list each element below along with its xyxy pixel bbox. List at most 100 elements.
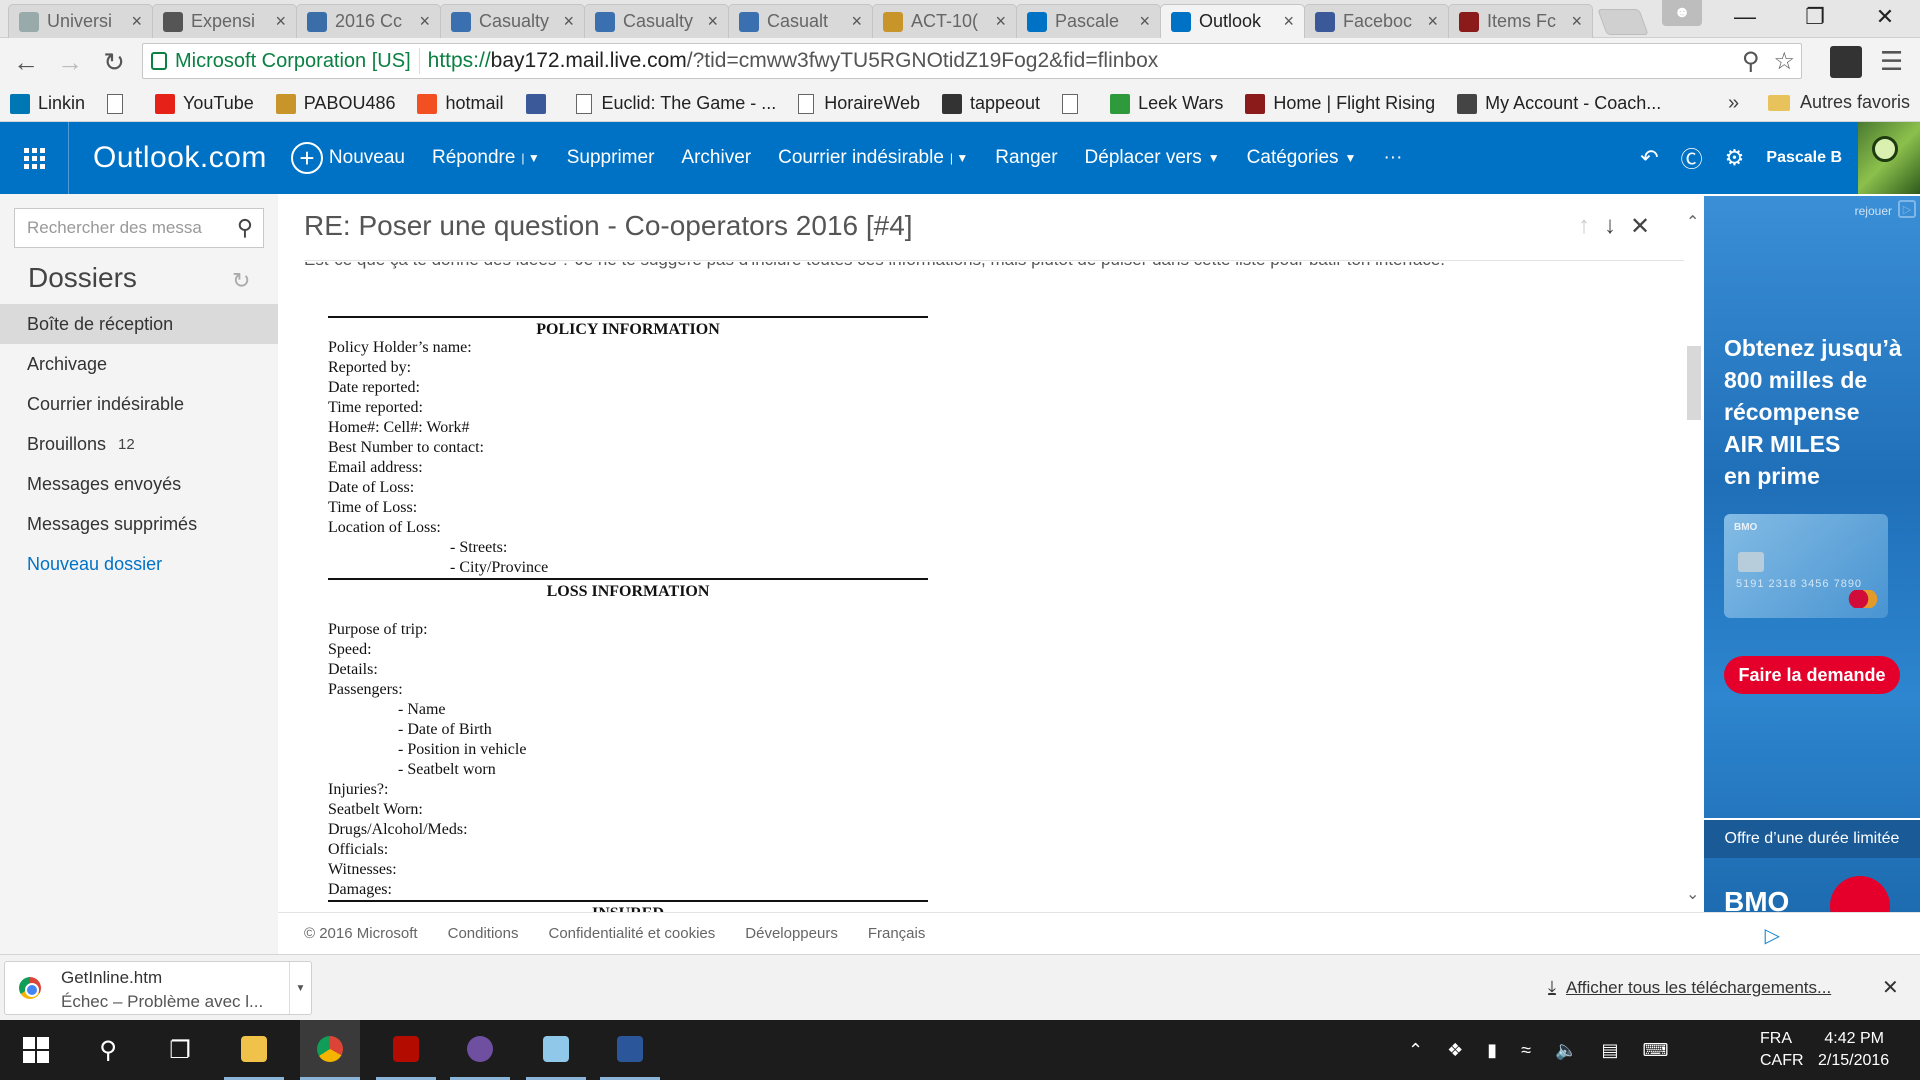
chrome-menu-icon[interactable]: ☰	[1880, 46, 1903, 77]
adchoices-icon[interactable]: ▷	[1898, 200, 1916, 218]
bookmark-item[interactable]	[107, 93, 133, 114]
chevron-down-icon[interactable]: | ▼	[950, 151, 968, 165]
back-icon[interactable]: ←	[8, 44, 44, 80]
task-view-icon[interactable]: ❐	[150, 1020, 210, 1080]
junk-button[interactable]: Courrier indésirable | ▼	[778, 147, 968, 169]
keyboard-icon[interactable]: ⌨	[1642, 1040, 1668, 1061]
close-tab-icon[interactable]: ×	[1283, 11, 1294, 32]
wifi-icon[interactable]: ≈	[1521, 1040, 1531, 1061]
folder-item[interactable]: Boîte de réception	[0, 304, 278, 344]
browser-tab[interactable]: Casualt ×	[728, 4, 873, 38]
more-actions-button[interactable]: ···	[1383, 147, 1402, 169]
browser-tab[interactable]: Outlook ×	[1160, 4, 1305, 38]
browser-tab[interactable]: Faceboc ×	[1304, 4, 1449, 38]
ev-certificate-badge[interactable]: Microsoft Corporation [US]	[143, 48, 420, 74]
folder-item[interactable]: Brouillons 12	[0, 424, 278, 464]
new-folder-link[interactable]: Nouveau dossier	[0, 544, 278, 584]
gear-icon[interactable]: ⚙	[1725, 145, 1745, 171]
word-icon[interactable]	[600, 1020, 660, 1080]
user-name[interactable]: Pascale B	[1766, 149, 1842, 167]
undo-icon[interactable]: ↶	[1640, 145, 1658, 171]
reply-button[interactable]: Répondre | ▼	[432, 147, 540, 169]
bookmark-item[interactable]: Leek Wars	[1110, 93, 1223, 114]
browser-tab[interactable]: Casualty ×	[584, 4, 729, 38]
close-tab-icon[interactable]: ×	[995, 11, 1006, 32]
close-tab-icon[interactable]: ×	[563, 11, 574, 32]
clock[interactable]: 4:42 PM 2/15/2016	[1818, 1028, 1889, 1072]
search-icon[interactable]: ⚲	[237, 215, 253, 241]
close-tab-icon[interactable]: ×	[851, 11, 862, 32]
action-center-icon[interactable]: ▤	[1601, 1040, 1618, 1061]
app-launcher-icon[interactable]	[0, 122, 68, 194]
footer-link[interactable]: Conditions	[448, 925, 519, 942]
search-icon[interactable]: ⚲	[78, 1020, 138, 1080]
ad-apply-button[interactable]: Faire la demande	[1724, 656, 1900, 694]
bookmark-item[interactable]: Euclid: The Game - ...	[575, 93, 776, 114]
bookmark-item[interactable]	[525, 93, 554, 114]
folder-item[interactable]: Messages envoyés	[0, 464, 278, 504]
profile-icon[interactable]: ☻	[1662, 0, 1702, 26]
close-tab-icon[interactable]: ×	[707, 11, 718, 32]
delete-button[interactable]: Supprimer	[567, 147, 655, 169]
other-bookmarks[interactable]: Autres favoris	[1768, 92, 1910, 113]
dropbox-icon[interactable]: ❖	[1447, 1040, 1463, 1061]
reload-icon[interactable]: ↻	[96, 44, 132, 80]
folder-item[interactable]: Courrier indésirable	[0, 384, 278, 424]
bookmark-item[interactable]: PABOU486	[275, 93, 395, 114]
extension-icon[interactable]	[1830, 46, 1862, 78]
close-tab-icon[interactable]: ×	[275, 11, 286, 32]
move-to-button[interactable]: Déplacer vers ▼	[1085, 147, 1220, 169]
bookmark-item[interactable]	[1062, 93, 1088, 114]
scroll-down-icon[interactable]: ⌄	[1686, 884, 1699, 904]
close-message-icon[interactable]: ✕	[1630, 212, 1650, 241]
volume-muted-icon[interactable]: 🔈	[1555, 1040, 1577, 1061]
folder-item[interactable]: Archivage	[0, 344, 278, 384]
download-item[interactable]: GetInline.htm Échec – Problème avec l...…	[4, 961, 312, 1015]
ad-replay[interactable]: rejouer	[1855, 204, 1892, 218]
bookmark-item[interactable]: My Account - Coach...	[1457, 93, 1661, 114]
bookmark-star-icon[interactable]: ☆	[1773, 47, 1795, 76]
close-tab-icon[interactable]: ×	[419, 11, 430, 32]
browser-tab[interactable]: Expensi ×	[152, 4, 297, 38]
bookmark-item[interactable]: Home | Flight Rising	[1245, 93, 1435, 114]
bookmarks-overflow-icon[interactable]: »	[1728, 92, 1739, 115]
sweep-button[interactable]: Ranger	[995, 147, 1057, 169]
browser-tab[interactable]: Casualty ×	[440, 4, 585, 38]
search-input[interactable]: Rechercher des messa ⚲	[14, 208, 264, 248]
close-window-icon[interactable]: ✕	[1850, 0, 1920, 34]
outlook-brand[interactable]: Outlook.com	[68, 122, 291, 194]
advertisement[interactable]: rejouer ▷ Obtenez jusqu’à 800 milles de …	[1704, 196, 1920, 912]
refresh-icon[interactable]: ↻	[232, 268, 250, 294]
scroll-thumb[interactable]	[1687, 346, 1701, 420]
footer-link[interactable]: Développeurs	[745, 925, 838, 942]
show-all-downloads-link[interactable]: ⤓ Afficher tous les téléchargements...	[1548, 977, 1831, 998]
notepad-icon[interactable]	[526, 1020, 586, 1080]
close-download-bar-icon[interactable]: ✕	[1882, 975, 1899, 1000]
skype-icon[interactable]: Ⓒ	[1681, 142, 1703, 174]
chevron-up-icon[interactable]: ⌃	[1408, 1040, 1423, 1061]
browser-tab[interactable]: 2016 Cc ×	[296, 4, 441, 38]
input-language[interactable]: FRA CAFR	[1760, 1028, 1804, 1072]
start-button[interactable]	[6, 1020, 66, 1080]
forward-icon[interactable]: →	[52, 44, 88, 80]
close-tab-icon[interactable]: ×	[1427, 11, 1438, 32]
bookmark-item[interactable]: Linkin	[10, 93, 85, 114]
chevron-down-icon[interactable]: | ▼	[521, 151, 539, 165]
avatar[interactable]	[1858, 122, 1920, 194]
chevron-down-icon[interactable]: ▼	[289, 962, 311, 1014]
minimize-icon[interactable]: —	[1710, 0, 1780, 34]
acrobat-icon[interactable]	[376, 1020, 436, 1080]
bookmark-item[interactable]: YouTube	[155, 93, 254, 114]
categories-button[interactable]: Catégories ▼	[1247, 147, 1357, 169]
scroll-up-icon[interactable]: ⌃	[1686, 212, 1699, 232]
bookmark-item[interactable]: HoraireWeb	[798, 93, 920, 114]
close-tab-icon[interactable]: ×	[1139, 11, 1150, 32]
browser-tab[interactable]: Universi ×	[8, 4, 153, 38]
adchoices-icon[interactable]: ▷	[1765, 923, 1780, 948]
close-tab-icon[interactable]: ×	[131, 11, 142, 32]
restore-icon[interactable]: ❐	[1780, 0, 1850, 34]
close-tab-icon[interactable]: ×	[1571, 11, 1582, 32]
url-text[interactable]: https://bay172.mail.live.com/?tid=cmww3f…	[420, 49, 1159, 73]
new-message-button[interactable]: + Nouveau	[290, 142, 405, 174]
bookmark-item[interactable]: hotmail	[417, 93, 504, 114]
